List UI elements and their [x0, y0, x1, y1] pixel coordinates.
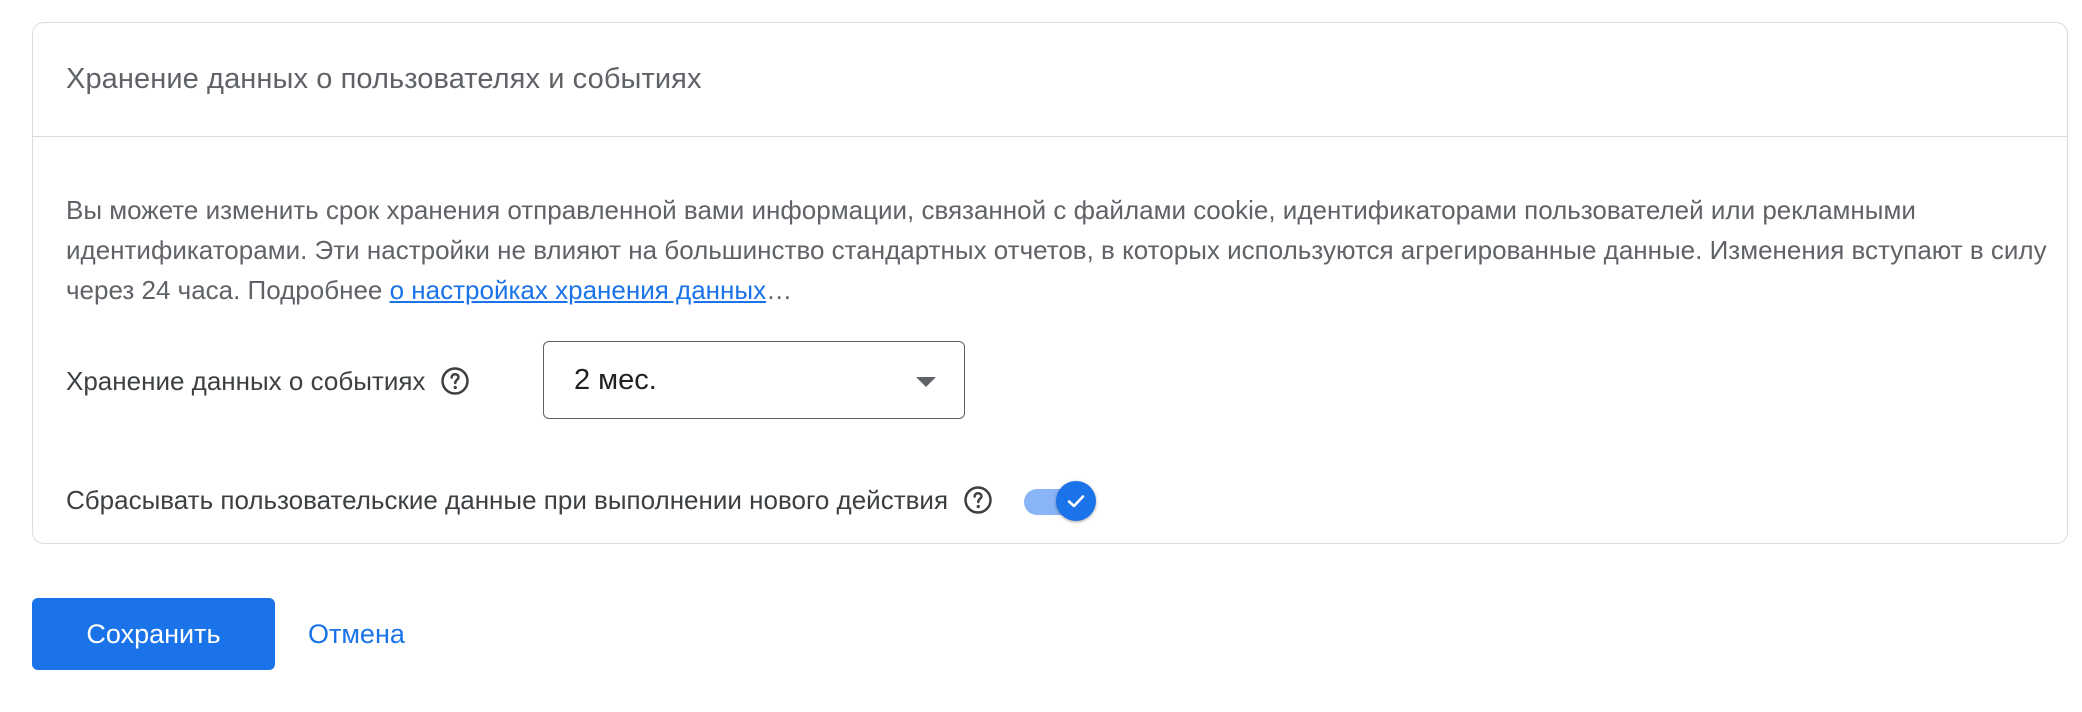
retention-description: Вы можете изменить срок хранения отправл… [66, 190, 2056, 310]
description-text: Вы можете изменить срок хранения отправл… [66, 195, 2047, 305]
dropdown-arrow-icon [916, 377, 936, 387]
card-title: Хранение данных о пользователях и событи… [66, 63, 702, 95]
help-circle-icon[interactable] [439, 365, 471, 397]
save-button[interactable]: Сохранить [32, 598, 275, 670]
event-retention-selected-value: 2 мес. [574, 363, 657, 396]
event-retention-select[interactable]: 2 мес. [543, 341, 965, 419]
cancel-button[interactable]: Отмена [290, 598, 423, 670]
description-ellipsis: … [766, 275, 793, 305]
data-retention-card: Хранение данных о пользователях и событи… [32, 22, 2068, 544]
event-retention-row: Хранение данных о событиях [66, 341, 471, 421]
help-circle-icon[interactable] [962, 484, 994, 516]
card-header: Хранение данных о пользователях и событи… [33, 23, 2067, 137]
event-retention-label: Хранение данных о событиях [66, 365, 426, 396]
reset-on-activity-label: Сбрасывать пользовательские данные при в… [66, 484, 949, 515]
reset-on-activity-toggle[interactable] [1024, 479, 1097, 521]
checkmark-icon [1067, 495, 1085, 508]
toggle-thumb [1056, 481, 1097, 521]
reset-on-activity-row: Сбрасывать пользовательские данные при в… [66, 475, 1097, 525]
retention-settings-link[interactable]: о настройках хранения данных [390, 275, 766, 305]
